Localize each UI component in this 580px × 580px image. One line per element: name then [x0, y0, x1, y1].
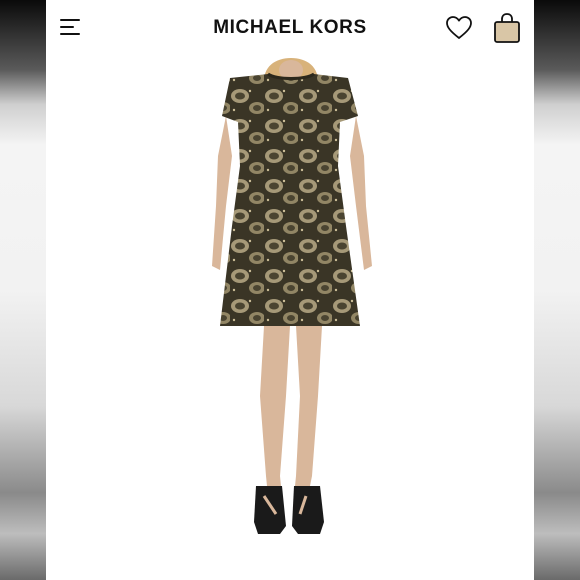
- product-image[interactable]: [196, 56, 386, 542]
- heart-icon[interactable]: [445, 14, 473, 42]
- top-bar: MICHAEL KORS: [46, 0, 534, 56]
- photo-frame: MICHAEL KORS: [0, 0, 580, 580]
- shopping-bag-icon[interactable]: [492, 12, 522, 44]
- app-screen: MICHAEL KORS: [46, 0, 534, 580]
- snake-print-dress-photo: [212, 58, 372, 534]
- right-backdrop: [534, 0, 580, 580]
- left-backdrop: [0, 0, 46, 580]
